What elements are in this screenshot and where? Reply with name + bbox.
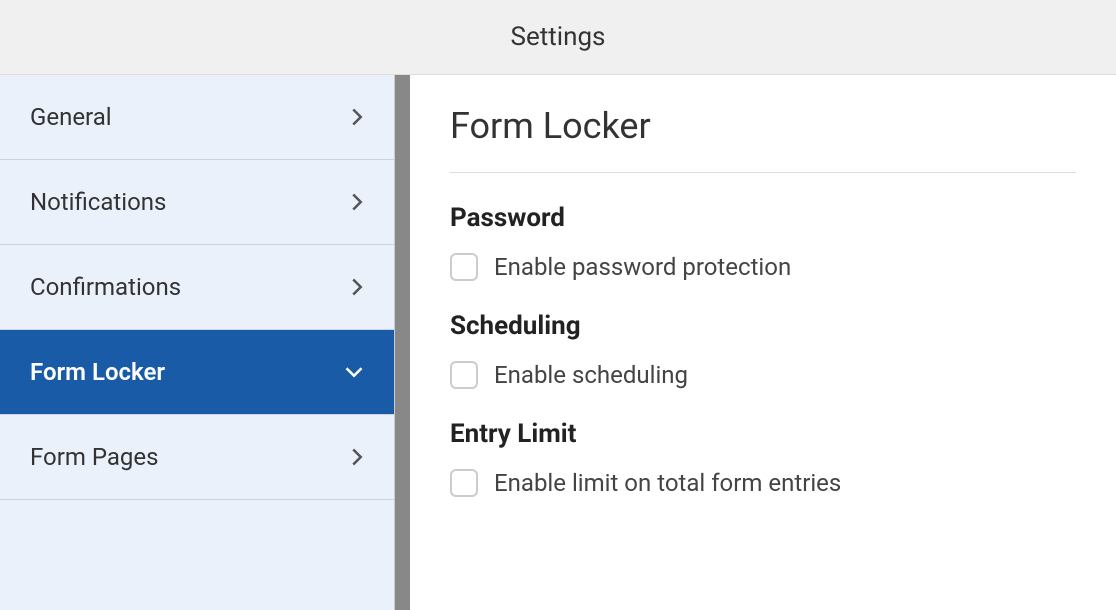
- chevron-right-icon: [350, 447, 364, 467]
- sidebar-divider: [395, 75, 410, 610]
- sidebar-item-confirmations[interactable]: Confirmations: [0, 245, 394, 330]
- sidebar-item-label: Form Locker: [30, 358, 165, 386]
- section-heading-entry-limit: Entry Limit: [450, 419, 1076, 449]
- sidebar-item-label: General: [30, 103, 112, 131]
- content-panel: Form Locker Password Enable password pro…: [410, 75, 1116, 610]
- checkbox-row-entry-limit: Enable limit on total form entries: [450, 469, 1076, 497]
- sidebar-item-general[interactable]: General: [0, 75, 394, 160]
- checkbox-enable-entry-limit[interactable]: [450, 469, 478, 497]
- chevron-right-icon: [350, 277, 364, 297]
- checkbox-enable-password[interactable]: [450, 253, 478, 281]
- sidebar-item-notifications[interactable]: Notifications: [0, 160, 394, 245]
- sidebar-item-form-pages[interactable]: Form Pages: [0, 415, 394, 500]
- section-heading-scheduling: Scheduling: [450, 311, 1076, 341]
- page-title: Form Locker: [450, 105, 1076, 173]
- sidebar-item-label: Confirmations: [30, 273, 181, 301]
- sidebar-item-form-locker[interactable]: Form Locker: [0, 330, 394, 415]
- sidebar-item-label: Form Pages: [30, 443, 159, 471]
- header-title: Settings: [511, 22, 606, 52]
- sidebar-item-label: Notifications: [30, 188, 166, 216]
- checkbox-row-password: Enable password protection: [450, 253, 1076, 281]
- settings-sidebar: General Notifications Confirmations Form…: [0, 75, 395, 610]
- chevron-right-icon: [350, 192, 364, 212]
- checkbox-row-scheduling: Enable scheduling: [450, 361, 1076, 389]
- checkbox-label: Enable password protection: [494, 253, 791, 281]
- chevron-right-icon: [350, 107, 364, 127]
- checkbox-enable-scheduling[interactable]: [450, 361, 478, 389]
- checkbox-label: Enable scheduling: [494, 361, 688, 389]
- checkbox-label: Enable limit on total form entries: [494, 469, 841, 497]
- chevron-down-icon: [344, 365, 364, 379]
- main-container: General Notifications Confirmations Form…: [0, 75, 1116, 610]
- section-heading-password: Password: [450, 203, 1076, 233]
- settings-header: Settings: [0, 0, 1116, 75]
